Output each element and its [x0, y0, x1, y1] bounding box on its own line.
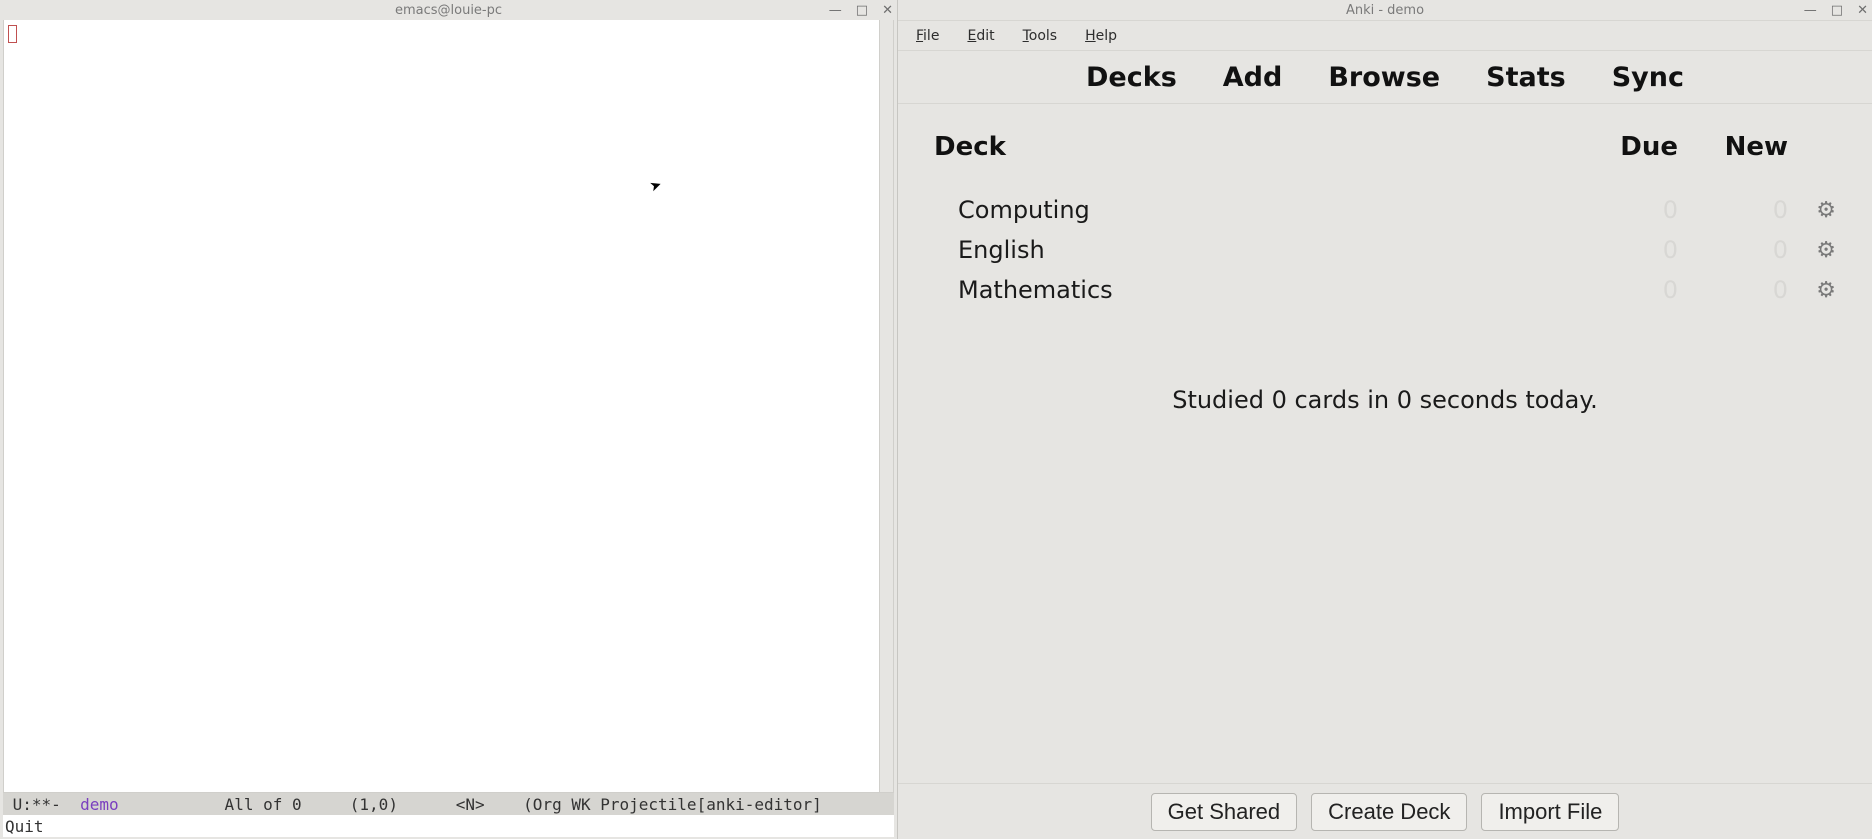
deck-row[interactable]: Computing 0 0 ⚙: [934, 190, 1836, 230]
emacs-cursor: [8, 25, 17, 43]
emacs-titlebar: emacs@louie-pc — □ ✕: [0, 0, 897, 20]
gear-icon[interactable]: ⚙: [1816, 238, 1836, 263]
deck-due: 0: [1568, 276, 1678, 304]
import-file-button[interactable]: Import File: [1481, 793, 1619, 831]
anki-bottom-bar: Get Shared Create Deck Import File: [898, 783, 1872, 839]
deck-name[interactable]: Mathematics: [934, 276, 1568, 304]
deck-list-header: Deck Due New: [934, 132, 1836, 190]
deck-new: 0: [1678, 236, 1788, 264]
tab-stats[interactable]: Stats: [1486, 62, 1566, 93]
modeline-buffer: demo: [80, 795, 119, 814]
tab-add[interactable]: Add: [1223, 62, 1283, 93]
anki-window: Anki - demo — □ ✕ File Edit Tools Help D…: [897, 0, 1872, 839]
deck-due: 0: [1568, 196, 1678, 224]
deck-name[interactable]: Computing: [934, 196, 1568, 224]
header-deck: Deck: [934, 132, 1568, 162]
anki-menubar: File Edit Tools Help: [898, 20, 1872, 50]
modeline-rest: All of 0 (1,0) <N> (Org WK Projectile[an…: [119, 795, 822, 814]
deck-row[interactable]: Mathematics 0 0 ⚙: [934, 270, 1836, 310]
echo-text: Quit: [5, 817, 44, 836]
tab-sync[interactable]: Sync: [1612, 62, 1684, 93]
anki-titlebar: Anki - demo — □ ✕: [898, 0, 1872, 20]
maximize-icon[interactable]: □: [856, 3, 868, 18]
tab-browse[interactable]: Browse: [1328, 62, 1440, 93]
menu-edit[interactable]: Edit: [967, 28, 994, 44]
modeline-prefix: U:**-: [3, 795, 80, 814]
anki-main: Deck Due New Computing 0 0 ⚙ English 0 0…: [898, 104, 1872, 783]
gear-icon[interactable]: ⚙: [1816, 278, 1836, 303]
study-summary: Studied 0 cards in 0 seconds today.: [934, 386, 1836, 414]
close-icon[interactable]: ✕: [882, 3, 893, 18]
header-new: New: [1678, 132, 1788, 162]
anki-toolbar: Decks Add Browse Stats Sync: [898, 50, 1872, 104]
emacs-echo-area: Quit: [3, 815, 894, 837]
deck-row[interactable]: English 0 0 ⚙: [934, 230, 1836, 270]
emacs-title: emacs@louie-pc: [395, 3, 502, 18]
emacs-body: ➤: [3, 20, 894, 793]
emacs-window: emacs@louie-pc — □ ✕ ➤ U:**- demo All of…: [0, 0, 897, 839]
menu-help[interactable]: Help: [1085, 28, 1117, 44]
gear-icon[interactable]: ⚙: [1816, 198, 1836, 223]
header-due: Due: [1568, 132, 1678, 162]
mouse-pointer-icon: ➤: [648, 176, 664, 195]
menu-file[interactable]: File: [916, 28, 939, 44]
menu-tools[interactable]: Tools: [1023, 28, 1058, 44]
emacs-modeline: U:**- demo All of 0 (1,0) <N> (Org WK Pr…: [3, 793, 894, 815]
deck-new: 0: [1678, 196, 1788, 224]
tab-decks[interactable]: Decks: [1086, 62, 1177, 93]
minimize-icon[interactable]: —: [829, 3, 842, 18]
maximize-icon[interactable]: □: [1831, 3, 1843, 18]
minimize-icon[interactable]: —: [1804, 3, 1817, 18]
deck-name[interactable]: English: [934, 236, 1568, 264]
get-shared-button[interactable]: Get Shared: [1151, 793, 1298, 831]
deck-new: 0: [1678, 276, 1788, 304]
create-deck-button[interactable]: Create Deck: [1311, 793, 1467, 831]
emacs-scrollbar[interactable]: [879, 20, 893, 792]
anki-title: Anki - demo: [1346, 3, 1424, 18]
emacs-buffer[interactable]: ➤: [4, 20, 879, 792]
deck-due: 0: [1568, 236, 1678, 264]
close-icon[interactable]: ✕: [1857, 3, 1868, 18]
